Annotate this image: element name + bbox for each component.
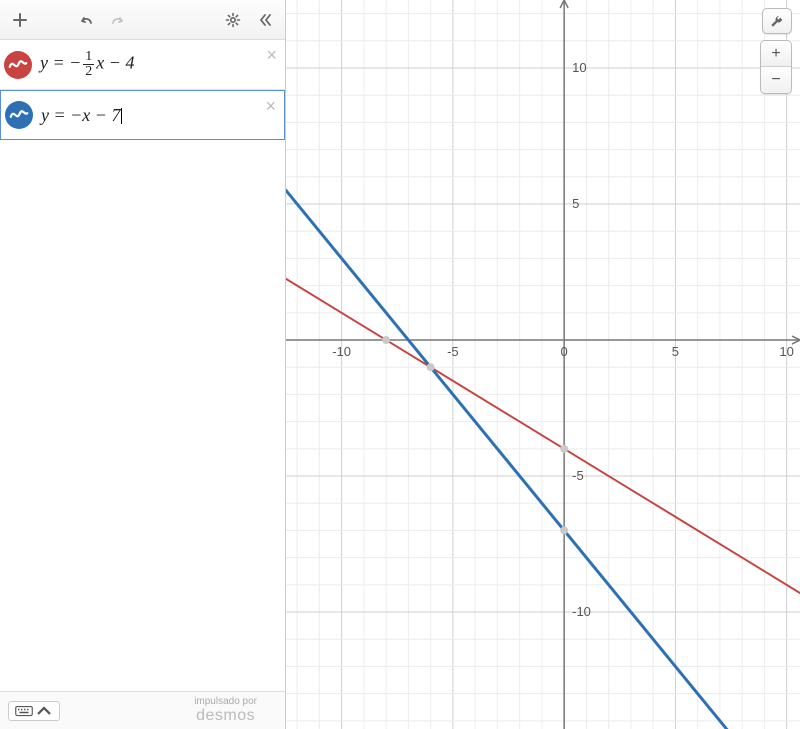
svg-text:10: 10 (779, 344, 793, 359)
powered-by-text: impulsado por (194, 696, 257, 707)
expression-math[interactable]: y = −x − 7 (41, 106, 276, 125)
chevron-up-icon (35, 705, 53, 717)
svg-text:5: 5 (572, 196, 579, 211)
graph-settings-button[interactable] (762, 8, 792, 34)
expression-toolbar (0, 0, 285, 40)
svg-text:-5: -5 (572, 468, 584, 483)
wrench-icon (769, 13, 785, 29)
svg-text:0: 0 (561, 344, 568, 359)
keyboard-toggle-button[interactable] (8, 701, 60, 721)
brand-name: desmos (194, 707, 257, 725)
expression-math[interactable]: y = −12x − 4 (40, 50, 277, 79)
zoom-out-button[interactable]: − (761, 67, 791, 93)
expression-panel: y = −12x − 4 × y = −x − 7 × impulsado (0, 0, 286, 729)
collapse-panel-button[interactable] (251, 6, 279, 34)
undo-button[interactable] (72, 6, 100, 34)
expression-color-toggle[interactable] (5, 101, 33, 129)
delete-expression-button[interactable]: × (265, 97, 276, 115)
svg-text:-10: -10 (332, 344, 351, 359)
svg-text:-5: -5 (447, 344, 459, 359)
redo-button[interactable] (104, 6, 132, 34)
zoom-out-label: − (771, 71, 780, 89)
expression-row[interactable]: y = −x − 7 × (0, 90, 285, 140)
sidebar-footer: impulsado por desmos (0, 691, 285, 729)
graph-area[interactable]: -10 -5 0 5 10 -10 -5 5 10 + − (286, 0, 800, 729)
expression-list: y = −12x − 4 × y = −x − 7 × (0, 40, 285, 140)
text-cursor (121, 108, 122, 124)
keyboard-icon (15, 705, 33, 717)
expression-row[interactable]: y = −12x − 4 × (0, 40, 285, 90)
zoom-in-label: + (771, 45, 780, 63)
expression-color-toggle[interactable] (4, 51, 32, 79)
svg-text:5: 5 (672, 344, 679, 359)
settings-button[interactable] (219, 6, 247, 34)
svg-text:-10: -10 (572, 604, 591, 619)
brand-attribution: impulsado por desmos (194, 696, 257, 725)
svg-text:10: 10 (572, 60, 586, 75)
add-expression-button[interactable] (6, 6, 34, 34)
delete-expression-button[interactable]: × (266, 46, 277, 64)
graph-canvas[interactable]: -10 -5 0 5 10 -10 -5 5 10 (286, 0, 800, 729)
graph-controls: + − (760, 8, 792, 94)
zoom-in-button[interactable]: + (761, 41, 791, 67)
